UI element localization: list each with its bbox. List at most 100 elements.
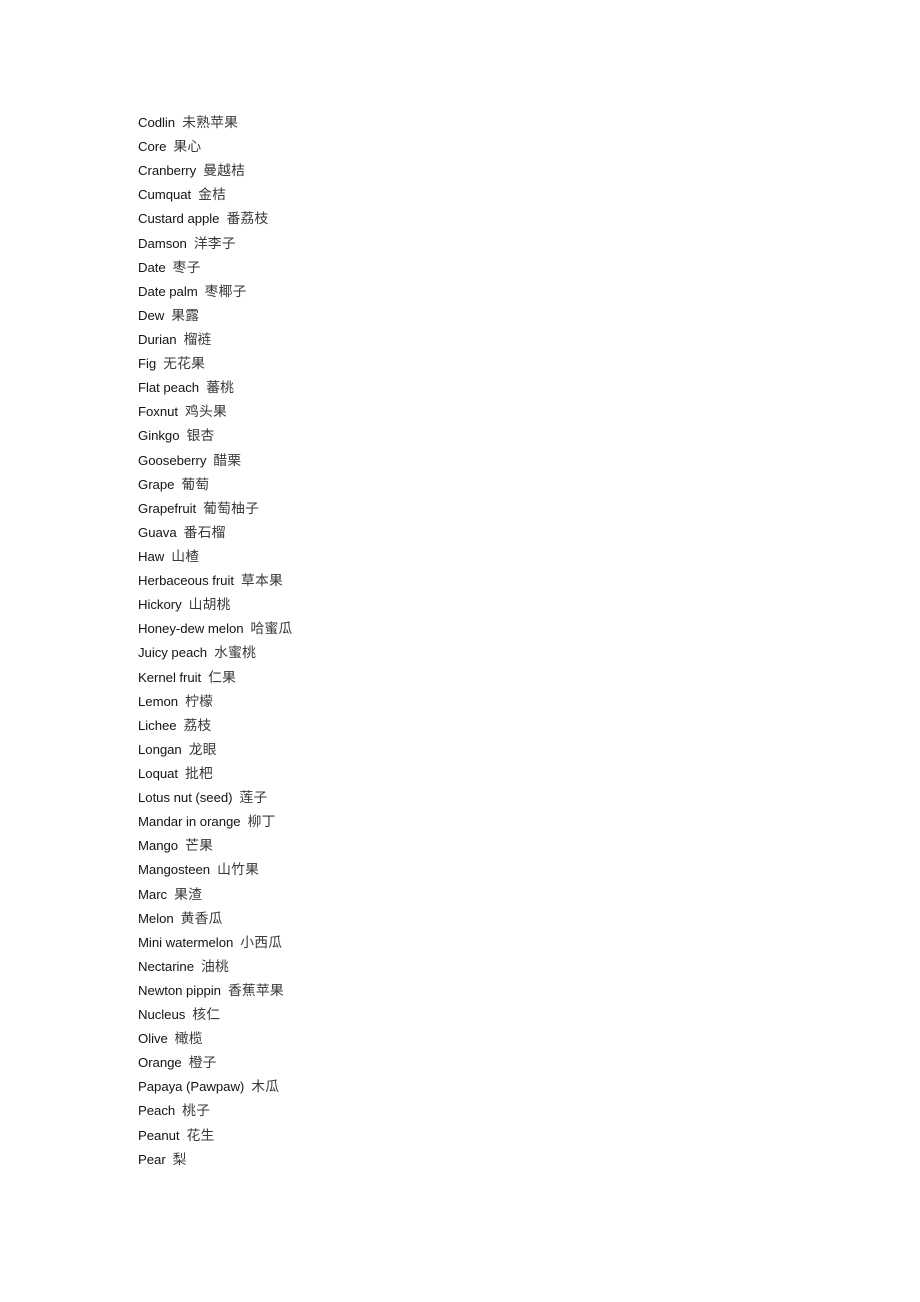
glossary-entry: Lichee 荔枝 (138, 714, 838, 738)
term-chinese: 橙子 (188, 1055, 217, 1072)
term-english: Nucleus (138, 1007, 186, 1023)
term-chinese: 柳丁 (247, 814, 276, 831)
glossary-entry: Lotus nut (seed) 莲子 (138, 786, 838, 810)
term-english: Peanut (138, 1127, 180, 1143)
glossary-entry: Guava 番石榴 (138, 521, 838, 545)
glossary-entry: Core 果心 (138, 135, 838, 159)
glossary-entry: Grapefruit 葡萄柚子 (138, 497, 838, 521)
glossary-list: Codlin 未熟苹果 Core 果心 Cranberry 曼越桔 Cumquat 金桔 Cus… (138, 111, 838, 1172)
term-chinese: 荔枝 (183, 717, 212, 734)
term-chinese: 香蕉苹果 (227, 982, 284, 999)
glossary-entry: Orange 橙子 (138, 1051, 838, 1075)
term-english: Olive (138, 1031, 168, 1047)
term-chinese: 龙眼 (188, 741, 217, 758)
term-chinese: 哈蜜瓜 (250, 621, 293, 638)
term-chinese: 山楂 (171, 548, 200, 565)
term-english: Orange (138, 1055, 182, 1071)
term-chinese: 柠檬 (185, 693, 214, 710)
glossary-entry: Newton pippin 香蕉苹果 (138, 979, 838, 1003)
term-chinese: 无花果 (163, 356, 206, 373)
glossary-entry: Date 枣子 (138, 256, 838, 280)
term-chinese: 批杷 (185, 765, 214, 782)
term-english: Grapefruit (138, 500, 197, 516)
term-english: Lichee (138, 717, 177, 733)
term-chinese: 果渣 (174, 886, 203, 903)
glossary-entry: Peanut 花生 (138, 1124, 838, 1148)
glossary-entry: Nucleus 核仁 (138, 1003, 838, 1027)
term-chinese: 枣子 (172, 259, 201, 276)
term-chinese: 仁果 (208, 669, 237, 686)
term-english: Flat peach (138, 380, 200, 396)
glossary-entry: Mini watermelon 小西瓜 (138, 931, 838, 955)
glossary-entry: Haw 山楂 (138, 545, 838, 569)
glossary-entry: Date palm 枣椰子 (138, 280, 838, 304)
glossary-entry: Papaya (Pawpaw) 木瓜 (138, 1075, 838, 1099)
term-english: Mangosteen (138, 862, 211, 878)
term-chinese: 银杏 (186, 428, 215, 445)
term-chinese: 山竹果 (217, 862, 260, 879)
term-chinese: 桃子 (182, 1103, 211, 1120)
term-english: Grape (138, 476, 175, 492)
term-english: Durian (138, 331, 177, 347)
term-chinese: 番石榴 (183, 524, 226, 541)
term-english: Gooseberry (138, 452, 207, 468)
glossary-entry: Flat peach 蕃桃 (138, 376, 838, 400)
term-chinese: 洋李子 (193, 235, 236, 252)
term-chinese: 醋栗 (213, 452, 242, 469)
term-english: Date palm (138, 283, 198, 299)
term-chinese: 黄香瓜 (180, 910, 223, 927)
term-english: Honey-dew melon (138, 621, 244, 637)
term-english: Ginkgo (138, 428, 180, 444)
term-chinese: 莲子 (239, 790, 268, 807)
glossary-entry: Mangosteen 山竹果 (138, 858, 838, 882)
glossary-entry: Nectarine 油桃 (138, 955, 838, 979)
term-english: Marc (138, 886, 168, 902)
document-page: Codlin 未熟苹果 Core 果心 Cranberry 曼越桔 Cumquat 金桔 Cus… (0, 0, 920, 1302)
glossary-entry: Gooseberry 醋栗 (138, 449, 838, 473)
term-chinese: 花生 (186, 1127, 215, 1144)
glossary-entry: Lemon 柠檬 (138, 690, 838, 714)
glossary-entry: Mango 芒果 (138, 834, 838, 858)
glossary-entry: Cumquat 金桔 (138, 183, 838, 207)
term-english: Hickory (138, 597, 182, 613)
glossary-entry: Melon 黄香瓜 (138, 907, 838, 931)
term-chinese: 梨 (172, 1151, 187, 1168)
term-chinese: 核仁 (192, 1007, 221, 1024)
term-chinese: 曼越桔 (203, 163, 246, 180)
term-english: Mandar in orange (138, 814, 241, 830)
term-chinese: 草本果 (240, 573, 283, 590)
glossary-entry: Durian 榴裢 (138, 328, 838, 352)
term-english: Foxnut (138, 404, 179, 420)
glossary-entry: Loquat 批杷 (138, 762, 838, 786)
term-english: Lotus nut (seed) (138, 790, 233, 806)
glossary-entry: Ginkgo 银杏 (138, 424, 838, 448)
term-chinese: 果露 (171, 307, 200, 324)
glossary-entry: Pear 梨 (138, 1148, 838, 1172)
term-chinese: 果心 (173, 139, 202, 156)
term-chinese: 油桃 (201, 958, 229, 975)
term-chinese: 橄榄 (174, 1031, 203, 1048)
term-chinese: 番荔枝 (226, 211, 269, 228)
glossary-entry: Honey-dew melon 哈蜜瓜 (138, 617, 838, 641)
term-chinese: 小西瓜 (240, 934, 283, 951)
glossary-entry: Mandar in orange 柳丁 (138, 810, 838, 834)
glossary-entry: Herbaceous fruit 草本果 (138, 569, 838, 593)
term-english: Herbaceous fruit (138, 573, 234, 589)
term-english: Peach (138, 1103, 176, 1119)
glossary-entry: Kernel fruit 仁果 (138, 666, 838, 690)
term-chinese: 水蜜桃 (214, 645, 257, 662)
term-english: Melon (138, 910, 174, 926)
glossary-entry: Fig 无花果 (138, 352, 838, 376)
term-english: Pear (138, 1151, 166, 1167)
term-chinese: 鸡头果 (185, 404, 228, 421)
glossary-entry: Dew 果露 (138, 304, 838, 328)
term-chinese: 葡萄柚子 (203, 500, 260, 517)
term-english: Date (138, 259, 166, 275)
glossary-entry: Longan 龙眼 (138, 738, 838, 762)
glossary-entry: Damson 洋李子 (138, 232, 838, 256)
term-english: Juicy peach (138, 645, 208, 661)
term-english: Longan (138, 741, 182, 757)
term-english: Mini watermelon (138, 934, 234, 950)
glossary-entry: Cranberry 曼越桔 (138, 159, 838, 183)
glossary-entry: Olive 橄榄 (138, 1027, 838, 1051)
